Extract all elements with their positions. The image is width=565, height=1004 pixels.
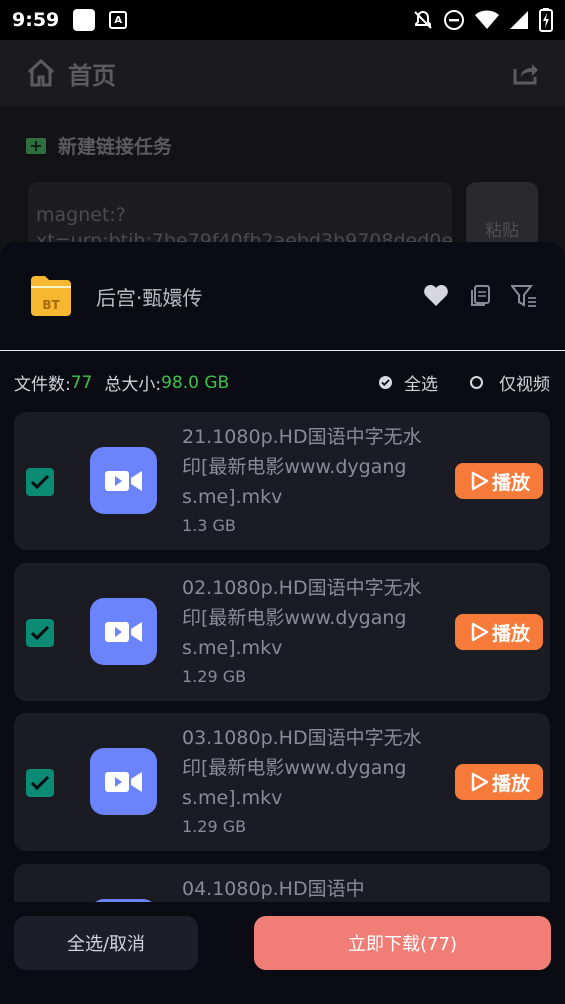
- paste-button[interactable]: 粘贴: [466, 182, 538, 248]
- play-label: 播放: [491, 471, 530, 494]
- total-size-label: 总大小:: [104, 375, 162, 395]
- file-name: 02.1080p.HD国语中字无水印[最新电影www.dygangs.me].m…: [182, 577, 422, 659]
- battery-charging-icon: [539, 8, 553, 32]
- file-checkbox[interactable]: [26, 769, 54, 797]
- check-icon: [30, 775, 50, 791]
- play-icon: [471, 772, 489, 792]
- new-task-label: 新建链接任务: [58, 136, 173, 158]
- file-list[interactable]: 21.1080p.HD国语中字无水印[最新电影www.dygangs.me].m…: [14, 412, 550, 902]
- select-all-toggle-button[interactable]: 全选/取消: [14, 916, 198, 970]
- add-icon: +: [26, 137, 46, 154]
- file-name: 04.1080p.HD国语中: [182, 878, 365, 900]
- play-label: 播放: [491, 622, 530, 645]
- file-name: 21.1080p.HD国语中字无水印[最新电影www.dygangs.me].m…: [182, 426, 422, 508]
- do-not-disturb-icon: [444, 10, 464, 30]
- play-button[interactable]: 播放: [455, 463, 543, 499]
- list-item[interactable]: 03.1080p.HD国语中字无水印[最新电影www.dygangs.me].m…: [14, 713, 550, 851]
- play-label: 播放: [491, 772, 530, 795]
- file-size: 1.3 GB: [182, 516, 236, 535]
- file-name: 03.1080p.HD国语中字无水印[最新电影www.dygangs.me].m…: [182, 727, 422, 809]
- sheet-header: BT 后宫·甄嬛传: [0, 242, 565, 350]
- file-count-label: 文件数:: [14, 375, 71, 395]
- list-item[interactable]: 04.1080p.HD国语中: [14, 864, 550, 902]
- status-time: 9:59: [12, 9, 60, 31]
- play-icon: [471, 471, 489, 491]
- check-icon: [30, 625, 50, 641]
- play-icon: [471, 622, 489, 642]
- wifi-icon: [475, 10, 499, 29]
- app-header: 首页: [0, 40, 565, 106]
- file-checkbox[interactable]: [26, 619, 54, 647]
- torrent-files-sheet: BT 后宫·甄嬛传 文件数: 77 总大小: 98.0 GB 全选 仅视频 21…: [0, 242, 565, 1004]
- new-task-row: + 新建链接任务: [0, 106, 565, 159]
- bottom-action-bar: 全选/取消 立即下载(77): [0, 902, 565, 1004]
- copy-icon[interactable]: [469, 284, 491, 308]
- signal-icon: [510, 11, 528, 29]
- check-icon: [30, 474, 50, 490]
- video-only-radio[interactable]: [470, 376, 483, 389]
- bell-off-icon: [414, 10, 432, 29]
- play-button[interactable]: 播放: [455, 764, 543, 800]
- file-size: 1.29 GB: [182, 817, 247, 836]
- file-count-value: 77: [70, 372, 93, 393]
- list-item[interactable]: 21.1080p.HD国语中字无水印[最新电影www.dygangs.me].m…: [14, 412, 550, 550]
- download-now-button[interactable]: 立即下载(77): [254, 916, 551, 970]
- video-file-icon: [90, 748, 157, 815]
- video-file-icon: [90, 447, 157, 514]
- play-button[interactable]: 播放: [455, 614, 543, 650]
- torrent-title: 后宫·甄嬛传: [96, 285, 203, 310]
- total-size-value: 98.0 GB: [161, 372, 230, 393]
- share-icon[interactable]: [513, 61, 539, 85]
- home-icon[interactable]: [26, 59, 56, 87]
- notification-app-icon: [73, 9, 96, 31]
- heart-icon[interactable]: [423, 284, 449, 308]
- status-bar: 9:59 A: [0, 0, 565, 40]
- paste-label: 粘贴: [485, 221, 519, 241]
- background-app: 首页 + 新建链接任务 magnet:?xt=urn:btih:7be79f40…: [0, 40, 565, 260]
- page-title: 首页: [68, 61, 116, 90]
- select-all-radio[interactable]: [379, 376, 392, 389]
- file-size: 1.29 GB: [182, 667, 247, 686]
- svg-text:BT: BT: [42, 298, 60, 312]
- list-item[interactable]: 02.1080p.HD国语中字无水印[最新电影www.dygangs.me].m…: [14, 563, 550, 701]
- bt-folder-icon: BT: [28, 273, 74, 319]
- select-all-label[interactable]: 全选: [404, 370, 438, 395]
- filter-icon[interactable]: [511, 284, 537, 308]
- video-only-label[interactable]: 仅视频: [499, 370, 550, 395]
- video-file-icon: [90, 598, 157, 665]
- notification-a-icon: A: [109, 11, 128, 29]
- header-divider: [0, 350, 565, 351]
- file-stats-row: 文件数: 77 总大小: 98.0 GB 全选 仅视频: [14, 370, 550, 396]
- file-checkbox[interactable]: [26, 468, 54, 496]
- check-icon: [381, 379, 390, 387]
